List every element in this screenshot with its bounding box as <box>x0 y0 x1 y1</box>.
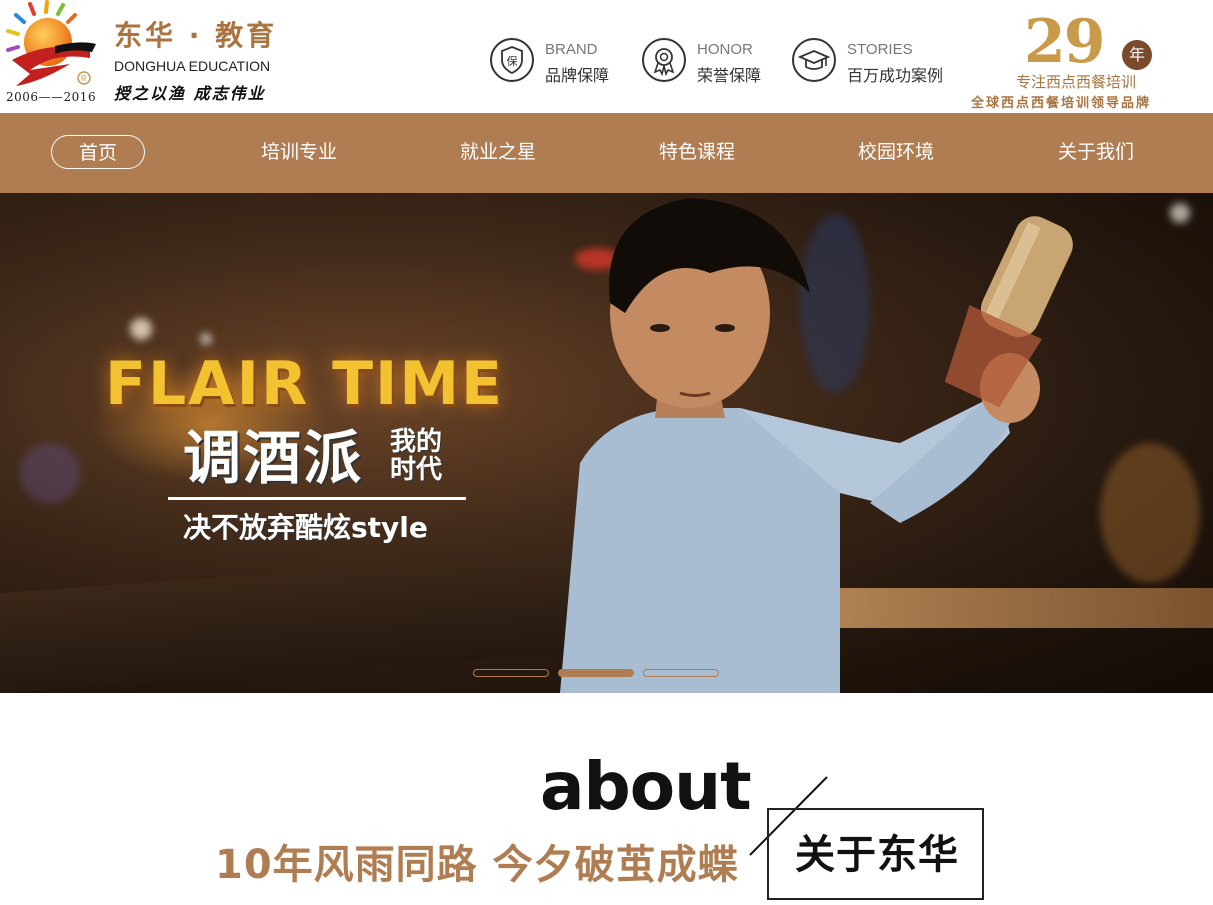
banner-divider <box>168 497 466 500</box>
svg-text:R: R <box>81 74 87 83</box>
graduation-cap-icon <box>792 38 836 82</box>
banner-side-text: 我的 时代 <box>390 428 442 484</box>
banner-side-line1: 我的 <box>390 427 443 457</box>
brand-motto: 授之以渔 成志伟业 <box>114 84 266 103</box>
shield-icon: 保 <box>490 38 534 82</box>
nav-item-home[interactable]: 首页 <box>51 135 145 169</box>
banner-title-cn: 调酒派 <box>183 424 364 492</box>
site-header: R 2006——2016 东华 · 教育 DONGHUA EDUCATION 授… <box>0 0 1213 113</box>
nav-item-featured-courses[interactable]: 特色课程 <box>647 135 747 169</box>
anniversary-unit: 年 <box>1122 40 1152 70</box>
nav-item-about-us[interactable]: 关于我们 <box>1046 135 1146 169</box>
medal-icon <box>642 38 686 82</box>
bartender-image <box>560 198 1073 693</box>
badge-brand-en: BRAND <box>545 41 598 58</box>
anniversary-number: 29 <box>1024 7 1105 77</box>
banner-headline: FLAIR TIME <box>105 349 505 419</box>
slider-dot-2[interactable] <box>558 669 634 677</box>
badge-honor-cn: 荣誉保障 <box>697 66 762 85</box>
badge-honor-en: HONOR <box>697 41 753 58</box>
logo-years: 2006——2016 <box>6 90 97 104</box>
nav-item-campus[interactable]: 校园环境 <box>846 135 946 169</box>
about-label[interactable]: 关于东华 <box>795 830 959 880</box>
banner-side-line2: 时代 <box>390 455 443 485</box>
anniversary-slogan: 全球西点西餐培训领导品牌 <box>971 96 1152 111</box>
anniversary-badge: 29 年 专注西点西餐培训 全球西点西餐培训领导品牌 <box>968 6 1208 111</box>
badge-stories-en: STORIES <box>847 41 913 58</box>
about-title-en: about <box>540 748 752 825</box>
brand-name-en: DONGHUA EDUCATION <box>114 58 271 74</box>
about-slogan: 10年风雨同路 今夕破茧成蝶 <box>215 842 739 888</box>
site-logo[interactable]: R 2006——2016 东华 · 教育 DONGHUA EDUCATION 授… <box>0 0 300 113</box>
svg-text:保: 保 <box>507 54 518 68</box>
nav-item-employment-stars[interactable]: 就业之星 <box>448 135 548 169</box>
banner-tagline: 决不放弃酷炫style <box>183 511 428 544</box>
nav-item-training[interactable]: 培训专业 <box>249 135 349 169</box>
main-nav: 首页 培训专业 就业之星 特色课程 校园环境 关于我们 <box>0 113 1213 193</box>
logo-emblem-icon: R <box>6 0 96 86</box>
slider-dot-3[interactable] <box>643 669 719 677</box>
badge-brand-cn: 品牌保障 <box>545 66 610 85</box>
badge-stories-cn: 百万成功案例 <box>847 66 944 85</box>
brand-name-cn: 东华 · 教育 <box>114 19 278 52</box>
anniversary-subtitle: 专注西点西餐培训 <box>1016 73 1137 91</box>
hero-banner[interactable]: FLAIR TIME 调酒派 我的 时代 决不放弃酷炫style <box>0 193 1213 693</box>
slider-dot-1[interactable] <box>473 669 549 677</box>
